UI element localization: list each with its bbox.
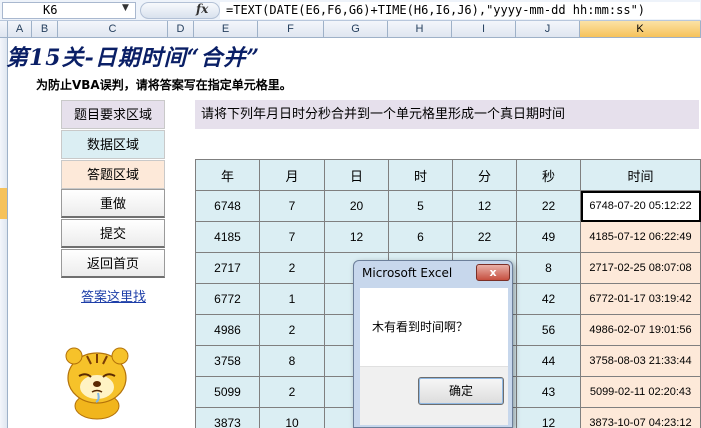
- cell-result[interactable]: 2717-02-25 08:07:08: [580, 252, 701, 284]
- header-day[interactable]: 日: [324, 159, 389, 191]
- cell-result[interactable]: 3873-10-07 04:23:12: [580, 407, 701, 428]
- legend-request-area: 题目要求区域: [61, 100, 165, 129]
- cell-second[interactable]: 43: [516, 376, 581, 408]
- cell-day[interactable]: 20: [324, 190, 389, 222]
- column-header-i[interactable]: I: [452, 21, 516, 38]
- header-year[interactable]: 年: [195, 159, 260, 191]
- legend-answer-area: 答题区域: [61, 160, 165, 189]
- cell-result[interactable]: 4986-02-07 19:01:56: [580, 314, 701, 346]
- column-header-e[interactable]: E: [194, 21, 258, 38]
- cell-second[interactable]: 44: [516, 345, 581, 377]
- table-row: 6748 7 20 5 12 22 6748-07-20 05:12:22: [195, 190, 701, 222]
- cell-hour[interactable]: 6: [388, 221, 453, 253]
- cell-month[interactable]: 8: [259, 345, 325, 377]
- row-header-selected[interactable]: [0, 188, 8, 219]
- insert-function-icon[interactable]: fx: [196, 2, 208, 16]
- cell-result[interactable]: 4185-07-12 06:22:49: [580, 221, 701, 253]
- header-hour[interactable]: 时: [388, 159, 453, 191]
- cell-result[interactable]: 3758-08-03 21:33:44: [580, 345, 701, 377]
- tiger-mascot-image: [65, 347, 129, 420]
- select-all-corner[interactable]: [0, 21, 8, 38]
- cell-year[interactable]: 6772: [195, 283, 260, 315]
- dialog-title: Microsoft Excel: [362, 266, 453, 280]
- formula-input[interactable]: =TEXT(DATE(E6,F6,G6)+TIME(H6,I6,J6),"yyy…: [220, 2, 700, 19]
- cell-minute[interactable]: 22: [452, 221, 517, 253]
- cell-year[interactable]: 3758: [195, 345, 260, 377]
- cell-result-active[interactable]: 6748-07-20 05:12:22: [580, 190, 701, 222]
- chevron-down-icon[interactable]: ▼: [122, 3, 129, 13]
- column-header-h[interactable]: H: [388, 21, 452, 38]
- formula-bar: K6 ▼ fx =TEXT(DATE(E6,F6,G6)+TIME(H6,I6,…: [0, 0, 701, 21]
- column-header-d[interactable]: D: [168, 21, 194, 38]
- cell-year[interactable]: 4185: [195, 221, 260, 253]
- cell-month[interactable]: 7: [259, 190, 325, 222]
- dialog-body: 木有看到时间啊？ 确定: [360, 288, 508, 425]
- cell-year[interactable]: 5099: [195, 376, 260, 408]
- column-header-g[interactable]: G: [324, 21, 388, 38]
- message-dialog: Microsoft Excel x 木有看到时间啊？ 确定: [353, 260, 513, 428]
- column-header-j[interactable]: J: [516, 21, 580, 38]
- home-button[interactable]: 返回首页: [61, 249, 165, 278]
- header-month[interactable]: 月: [259, 159, 325, 191]
- cell-result[interactable]: 5099-02-11 02:20:43: [580, 376, 701, 408]
- submit-button[interactable]: 提交: [61, 219, 165, 248]
- name-box[interactable]: K6: [2, 2, 136, 19]
- cell-month[interactable]: 2: [259, 376, 325, 408]
- page-title: 第15关-日期时间“合并”: [6, 45, 261, 71]
- page-subtitle: 为防止VBA误判，请将答案写在指定单元格里。: [36, 78, 292, 92]
- cell-minute[interactable]: 12: [452, 190, 517, 222]
- dialog-footer: 确定: [360, 366, 508, 425]
- header-minute[interactable]: 分: [452, 159, 517, 191]
- cell-second[interactable]: 42: [516, 283, 581, 315]
- header-second[interactable]: 秒: [516, 159, 581, 191]
- cell-second[interactable]: 22: [516, 190, 581, 222]
- answer-link[interactable]: 答案这里找: [81, 286, 146, 305]
- column-header-b[interactable]: B: [32, 21, 58, 38]
- table-row: 4185 7 12 6 22 49 4185-07-12 06:22:49: [195, 221, 701, 253]
- cell-day[interactable]: 12: [324, 221, 389, 253]
- header-time[interactable]: 时间: [580, 159, 701, 191]
- cell-second[interactable]: 8: [516, 252, 581, 284]
- column-header-c[interactable]: C: [58, 21, 168, 38]
- cell-month[interactable]: 7: [259, 221, 325, 253]
- ok-button[interactable]: 确定: [418, 377, 504, 405]
- cell-result[interactable]: 6772-01-17 03:19:42: [580, 283, 701, 315]
- cell-second[interactable]: 49: [516, 221, 581, 253]
- column-header-k[interactable]: K: [580, 21, 701, 38]
- instruction-text: 请将下列年月日时分秒合并到一个单元格里形成一个真日期时间: [195, 100, 699, 129]
- redo-button[interactable]: 重做: [61, 189, 165, 218]
- cell-month[interactable]: 2: [259, 252, 325, 284]
- column-header-a[interactable]: A: [8, 21, 32, 38]
- close-icon[interactable]: x: [476, 264, 510, 281]
- dialog-message: 木有看到时间啊？: [372, 320, 469, 334]
- row-headers-lower[interactable]: [0, 219, 8, 428]
- cell-second[interactable]: 56: [516, 314, 581, 346]
- cell-year[interactable]: 2717: [195, 252, 260, 284]
- cell-month[interactable]: 2: [259, 314, 325, 346]
- cell-year[interactable]: 3873: [195, 407, 260, 428]
- cell-month[interactable]: 1: [259, 283, 325, 315]
- table-header-row: 年 月 日 时 分 秒 时间: [195, 159, 701, 191]
- legend-data-area: 数据区域: [61, 130, 165, 159]
- cell-month[interactable]: 10: [259, 407, 325, 428]
- column-header-f[interactable]: F: [258, 21, 324, 38]
- cell-year[interactable]: 6748: [195, 190, 260, 222]
- cell-second[interactable]: 12: [516, 407, 581, 428]
- cell-hour[interactable]: 5: [388, 190, 453, 222]
- cell-year[interactable]: 4986: [195, 314, 260, 346]
